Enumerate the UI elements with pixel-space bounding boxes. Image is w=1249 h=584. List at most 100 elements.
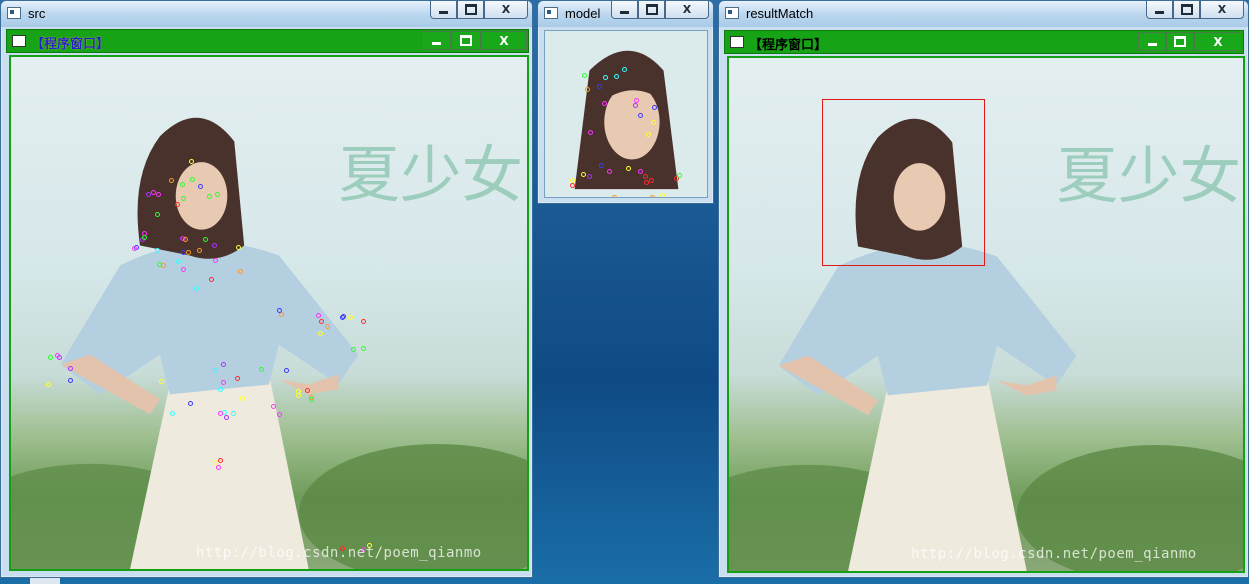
close-icon: X xyxy=(499,33,509,48)
model-window-title: model xyxy=(565,6,601,21)
keypoint-marker xyxy=(283,367,289,373)
match-detection-box xyxy=(822,99,985,266)
src-window-controls: X xyxy=(430,1,528,19)
resultmatch-calligraphy: 夏少女 xyxy=(1056,140,1241,212)
keypoint-marker xyxy=(180,195,186,201)
keypoint-marker xyxy=(214,192,220,198)
inner-window-icon xyxy=(12,35,26,47)
minimize-icon xyxy=(1155,10,1164,14)
resultmatch-inner-title: 【程序窗口】 xyxy=(749,38,828,53)
keypoint-marker xyxy=(638,168,644,174)
minimize-icon xyxy=(620,10,629,14)
close-icon: X xyxy=(501,3,511,16)
window-app-icon xyxy=(725,7,739,19)
keypoint-marker xyxy=(154,247,160,253)
keypoint-marker xyxy=(340,314,346,320)
keypoint-marker xyxy=(638,112,644,118)
src-calligraphy: 夏少女 xyxy=(338,139,523,211)
keypoint-marker xyxy=(239,396,245,402)
keypoint-marker xyxy=(645,131,651,137)
keypoint-marker xyxy=(360,318,366,324)
resultmatch-titlebar[interactable]: resultMatch X xyxy=(719,1,1248,27)
keypoint-marker xyxy=(212,242,218,248)
keypoint-marker xyxy=(168,177,174,183)
src-titlebar[interactable]: src X xyxy=(1,1,532,27)
inner-window-icon xyxy=(730,36,744,48)
keypoint-marker xyxy=(155,191,161,197)
resultmatch-window: resultMatch X 【程序窗口】 X 夏少女 http://blog.c… xyxy=(718,0,1249,578)
inner-close-button[interactable]: X xyxy=(1194,32,1242,51)
model-window-controls: X xyxy=(611,1,709,19)
model-titlebar[interactable]: model X xyxy=(538,1,713,27)
keypoint-marker xyxy=(213,257,219,263)
keypoint-marker xyxy=(271,403,277,409)
model-photo xyxy=(545,31,707,197)
keypoint-marker xyxy=(276,411,282,417)
maximize-button[interactable] xyxy=(638,1,665,19)
close-button[interactable]: X xyxy=(665,1,709,19)
resultmatch-photo: 夏少女 xyxy=(729,58,1243,571)
keypoint-marker xyxy=(179,181,185,187)
close-button[interactable]: X xyxy=(484,1,528,19)
keypoint-marker xyxy=(160,262,166,268)
maximize-icon xyxy=(1180,4,1193,15)
keypoint-marker xyxy=(580,171,586,177)
close-icon: X xyxy=(1213,34,1223,49)
keypoint-marker xyxy=(602,74,608,80)
window-app-icon xyxy=(7,7,21,19)
src-window: src X 【程序窗口】 X 夏少女 http://blog.csdn.net/… xyxy=(0,0,533,578)
minimize-icon xyxy=(439,10,448,14)
keypoint-marker xyxy=(216,465,221,471)
minimize-button[interactable] xyxy=(430,1,457,19)
taskbar-item[interactable] xyxy=(30,578,60,584)
inner-maximize-button[interactable] xyxy=(1166,32,1194,51)
maximize-button[interactable] xyxy=(1173,1,1200,19)
src-image-canvas: 夏少女 http://blog.csdn.net/poem_qianmo xyxy=(9,55,529,571)
keypoint-marker xyxy=(185,249,191,255)
keypoint-marker xyxy=(601,100,607,106)
model-image-canvas xyxy=(544,30,708,198)
inner-close-button[interactable]: X xyxy=(481,31,527,50)
model-window: model X xyxy=(537,0,714,204)
inner-minimize-button[interactable] xyxy=(1138,32,1166,51)
resultmatch-photo-drawing: 夏少女 xyxy=(729,118,1243,571)
src-watermark: http://blog.csdn.net/poem_qianmo xyxy=(196,545,482,561)
keypoint-marker xyxy=(319,318,325,324)
inner-maximize-button[interactable] xyxy=(451,31,481,50)
minimize-button[interactable] xyxy=(611,1,638,19)
keypoint-marker xyxy=(581,72,587,78)
src-photo: 夏少女 xyxy=(11,57,527,569)
close-button[interactable]: X xyxy=(1200,1,1244,19)
src-photo-drawing: 夏少女 xyxy=(11,117,527,569)
inner-minimize-button[interactable] xyxy=(421,31,451,50)
minimize-button[interactable] xyxy=(1146,1,1173,19)
model-photo-drawing xyxy=(574,50,679,190)
src-window-title: src xyxy=(28,6,46,21)
keypoint-marker xyxy=(621,66,627,72)
resultmatch-window-title: resultMatch xyxy=(746,6,814,21)
keypoint-marker xyxy=(222,409,228,415)
keypoint-marker xyxy=(217,386,223,392)
keypoint-marker xyxy=(660,193,666,197)
resultmatch-inner-titlebar[interactable]: 【程序窗口】 X xyxy=(724,30,1244,54)
keypoint-marker xyxy=(182,237,188,242)
keypoint-marker xyxy=(317,331,323,337)
keypoint-marker xyxy=(643,179,649,185)
src-inner-titlebar[interactable]: 【程序窗口】 X xyxy=(6,29,529,53)
keypoint-marker xyxy=(611,195,617,197)
close-icon: X xyxy=(682,3,692,16)
maximize-icon xyxy=(1174,36,1186,47)
src-inner-title: 【程序窗口】 xyxy=(31,37,110,52)
window-app-icon xyxy=(544,7,558,19)
close-icon: X xyxy=(1217,3,1227,16)
maximize-button[interactable] xyxy=(457,1,484,19)
keypoint-marker xyxy=(587,129,593,135)
keypoint-marker xyxy=(304,387,310,393)
keypoint-marker xyxy=(237,269,243,275)
keypoint-marker xyxy=(217,410,223,416)
maximize-icon xyxy=(645,4,658,15)
keypoint-marker xyxy=(197,183,203,189)
keypoint-marker xyxy=(651,104,657,110)
keypoint-marker xyxy=(360,345,366,351)
keypoint-marker xyxy=(180,249,186,255)
